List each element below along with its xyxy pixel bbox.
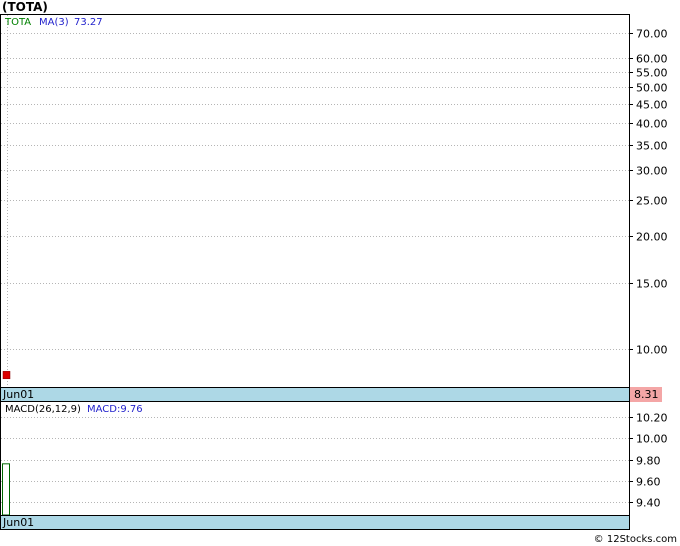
macd-bar — [2, 463, 10, 516]
price-date-label: Jun01 — [2, 388, 34, 401]
price-tick-label: 20.00 — [636, 231, 668, 244]
macd-tick-label: 10.20 — [636, 412, 668, 425]
price-tick-label: 50.00 — [636, 82, 668, 95]
price-tick-label: 10.00 — [636, 344, 668, 357]
macd-bars — [2, 463, 10, 516]
macd-plot-frame — [0, 401, 630, 516]
macd-date-band — [0, 515, 630, 530]
price-tick-label: 25.00 — [636, 195, 668, 208]
price-tick-label: 40.00 — [636, 118, 668, 131]
macd-tick-label: 9.60 — [636, 476, 661, 489]
macd-tick-label: 10.00 — [636, 433, 668, 446]
price-candle — [2, 371, 11, 380]
price-axis: 70.00 60.0055.00 50.00 45.00 40.00 35.00 30.00… — [629, 28, 668, 357]
last-price-label: 8.31 — [634, 388, 659, 401]
price-tick-label: 60.00 — [636, 53, 668, 66]
chart-canvas: 70.00 60.0055.00 50.00 45.00 40.00 35.00 30.00… — [0, 14, 668, 530]
price-date-band — [0, 387, 630, 402]
legend-ma-label: MA(3) — [39, 17, 69, 28]
legend-ma-value: 73.27 — [74, 17, 103, 28]
macd-legend-value: MACD:9.76 — [87, 404, 143, 415]
footer-credit: © 12Stocks.com — [593, 534, 677, 545]
price-panel: 70.00 60.0055.00 50.00 45.00 40.00 35.00 30.00… — [0, 14, 668, 402]
price-candles — [2, 371, 11, 380]
price-tick-label: 35.00 — [636, 140, 668, 153]
macd-axis: 10.20 10.00 9.80 9.60 9.40 — [629, 412, 668, 510]
price-tick-label: 45.00 — [636, 99, 668, 112]
macd-panel: 10.20 10.00 9.80 9.60 9.40 Jun01 MACD(26,12,… — [0, 401, 668, 530]
macd-legend-params: MACD(26,12,9) — [5, 404, 81, 415]
macd-tick-label: 9.40 — [636, 497, 661, 510]
price-tick-label: 70.00 — [636, 28, 668, 41]
macd-date-label: Jun01 — [2, 516, 34, 529]
legend-ticker: TOTA — [4, 17, 31, 28]
price-tick-label: 15.00 — [636, 278, 668, 291]
price-tick-label: 30.00 — [636, 165, 668, 178]
macd-tick-label: 9.80 — [636, 455, 661, 468]
price-tick-label: 55.00 — [636, 67, 668, 80]
